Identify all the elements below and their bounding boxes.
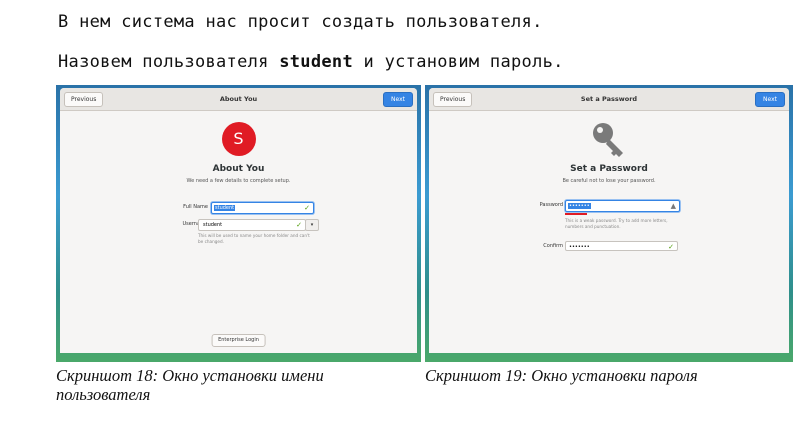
header-bar: Previous Set a Password Next — [429, 88, 789, 111]
password-field[interactable]: ••••••• ▲ — [565, 200, 680, 212]
username-field[interactable]: student ✓ — [198, 219, 306, 231]
screenshot-18: Previous About You Next S About You We n… — [56, 85, 421, 362]
enterprise-login-button[interactable]: Enterprise Login — [211, 334, 266, 347]
window-title: Set a Password — [580, 95, 638, 103]
set-password-window: Previous Set a Password Next Set a Passw… — [429, 88, 789, 353]
key-icon — [593, 123, 623, 157]
confirm-password-field[interactable]: ••••••• ✓ — [565, 241, 678, 251]
avatar[interactable]: S — [221, 122, 256, 156]
username-dropdown-button[interactable]: ▾ — [305, 219, 319, 231]
page-subheading: Be careful not to lose your password. — [562, 178, 656, 184]
username-emphasis: student — [279, 52, 353, 72]
paragraph-line-1: В нем система нас просит создать пользов… — [58, 12, 543, 32]
caption-18: Скриншот 18: Окно установки имени пользо… — [56, 366, 324, 404]
next-button[interactable]: Next — [383, 92, 413, 107]
page-subheading: We need a few details to complete setup. — [186, 178, 291, 184]
page-heading: About You — [212, 164, 265, 174]
check-icon: ✓ — [304, 204, 310, 212]
fullname-field[interactable]: student ✓ — [211, 202, 314, 214]
header-bar: Previous About You Next — [60, 88, 417, 111]
paragraph-line-2: Назовем пользователя student и установим… — [58, 52, 564, 72]
screenshot-19: Previous Set a Password Next Set a Passw… — [425, 85, 793, 362]
warning-icon: ▲ — [670, 202, 676, 210]
username-hint: This will be used to name your home fold… — [198, 233, 310, 244]
password-label: Password — [539, 202, 563, 208]
page-heading: Set a Password — [570, 164, 648, 174]
password-hint: This is a weak password. Try to add more… — [565, 218, 668, 229]
about-you-window: Previous About You Next S About You We n… — [60, 88, 417, 353]
fullname-label: Full Name — [183, 204, 208, 210]
next-button[interactable]: Next — [755, 92, 785, 107]
check-icon: ✓ — [296, 221, 302, 229]
caption-19: Скриншот 19: Окно установки пароля — [425, 366, 698, 385]
window-title: About You — [219, 95, 258, 103]
check-icon: ✓ — [668, 243, 674, 251]
confirm-label: Confirm — [543, 243, 563, 249]
password-strength-bar — [565, 213, 587, 215]
